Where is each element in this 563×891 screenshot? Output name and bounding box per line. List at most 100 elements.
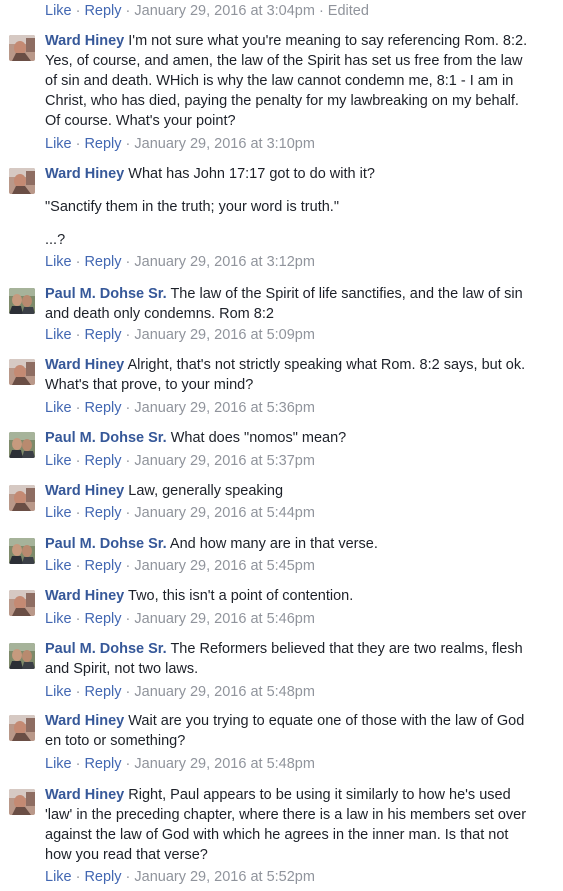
- comment-paragraph: Ward Hiney Law, generally speaking: [45, 481, 533, 501]
- comment-text: ...?: [45, 232, 66, 248]
- timestamp-link[interactable]: January 29, 2016 at 5:37pm: [134, 453, 315, 469]
- like-link[interactable]: Like: [45, 505, 72, 521]
- separator: ·: [75, 254, 81, 270]
- like-link[interactable]: Like: [45, 684, 72, 700]
- separator: ·: [125, 869, 131, 885]
- separator: ·: [125, 684, 131, 700]
- comment-author-link[interactable]: Paul M. Dohse Sr.: [45, 286, 167, 302]
- separator: ·: [75, 558, 81, 574]
- comment-paragraph: Ward Hiney Alright, that's not strictly …: [45, 355, 533, 395]
- timestamp-link[interactable]: January 29, 2016 at 5:48pm: [134, 756, 315, 772]
- reply-link[interactable]: Reply: [84, 756, 121, 772]
- timestamp-link[interactable]: January 29, 2016 at 5:48pm: [134, 684, 315, 700]
- comment-paragraph: Ward Hiney Wait are you trying to equate…: [45, 711, 533, 751]
- reply-link[interactable]: Reply: [84, 327, 121, 343]
- comment-paragraph: Paul M. Dohse Sr. The law of the Spirit …: [45, 284, 533, 324]
- comment-text: "Sanctify them in the truth; your word i…: [45, 199, 339, 215]
- reply-link[interactable]: Reply: [84, 869, 121, 885]
- comment-author-link[interactable]: Ward Hiney: [45, 713, 124, 729]
- like-link[interactable]: Like: [45, 327, 72, 343]
- like-link[interactable]: Like: [45, 254, 72, 270]
- comment-paragraph: "Sanctify them in the truth; your word i…: [45, 197, 533, 217]
- timestamp-link[interactable]: January 29, 2016 at 3:10pm: [134, 136, 315, 152]
- avatar[interactable]: [9, 288, 35, 314]
- avatar[interactable]: [9, 789, 35, 815]
- avatar[interactable]: [9, 538, 35, 564]
- separator: ·: [75, 869, 81, 885]
- avatar[interactable]: [9, 485, 35, 511]
- comment-author-link[interactable]: Ward Hiney: [45, 483, 124, 499]
- comment-text: Two, this isn't a point of contention.: [128, 588, 354, 604]
- comment-paragraph: ...?: [45, 230, 533, 250]
- like-link[interactable]: Like: [45, 3, 72, 19]
- comment-actions: Like · Reply · January 29, 2016 at 5:37pm: [45, 451, 315, 471]
- comment-paragraph: Paul M. Dohse Sr. What does "nomos" mean…: [45, 428, 533, 448]
- comment-text: What has John 17:17 got to do with it?: [128, 166, 375, 182]
- comment-actions: Like · Reply · January 29, 2016 at 5:36pm: [45, 398, 315, 418]
- comment-actions: Like · Reply · January 29, 2016 at 3:10pm: [45, 134, 315, 154]
- separator: ·: [75, 400, 81, 416]
- comment-actions: Like · Reply · January 29, 2016 at 5:44pm: [45, 503, 315, 523]
- reply-link[interactable]: Reply: [84, 400, 121, 416]
- timestamp-link[interactable]: January 29, 2016 at 5:45pm: [134, 558, 315, 574]
- timestamp-link[interactable]: January 29, 2016 at 3:12pm: [134, 254, 315, 270]
- separator: ·: [125, 3, 131, 19]
- reply-link[interactable]: Reply: [84, 505, 121, 521]
- like-link[interactable]: Like: [45, 611, 72, 627]
- separator: ·: [75, 3, 81, 19]
- reply-link[interactable]: Reply: [84, 254, 121, 270]
- comment-body: Paul M. Dohse Sr. The Reformers believed…: [45, 639, 533, 679]
- reply-link[interactable]: Reply: [84, 558, 121, 574]
- comment-author-link[interactable]: Ward Hiney: [45, 357, 124, 373]
- comment-author-link[interactable]: Ward Hiney: [45, 166, 124, 182]
- avatar[interactable]: [9, 643, 35, 669]
- timestamp-link[interactable]: January 29, 2016 at 5:46pm: [134, 611, 315, 627]
- timestamp-link[interactable]: January 29, 2016 at 5:09pm: [134, 327, 315, 343]
- reply-link[interactable]: Reply: [84, 453, 121, 469]
- comment-author-link[interactable]: Ward Hiney: [45, 588, 124, 604]
- comment-paragraph: Ward Hiney What has John 17:17 got to do…: [45, 164, 533, 184]
- like-link[interactable]: Like: [45, 558, 72, 574]
- timestamp-link[interactable]: January 29, 2016 at 3:04pm: [134, 3, 315, 19]
- separator: ·: [125, 400, 131, 416]
- timestamp-link[interactable]: January 29, 2016 at 5:36pm: [134, 400, 315, 416]
- reply-link[interactable]: Reply: [84, 611, 121, 627]
- avatar[interactable]: [9, 590, 35, 616]
- avatar[interactable]: [9, 359, 35, 385]
- comment-body: Ward Hiney I'm not sure what you're mean…: [45, 31, 533, 131]
- comment-author-link[interactable]: Paul M. Dohse Sr.: [45, 536, 167, 552]
- like-link[interactable]: Like: [45, 136, 72, 152]
- comment-body: Ward Hiney Law, generally speaking: [45, 481, 533, 501]
- comment-author-link[interactable]: Ward Hiney: [45, 787, 124, 803]
- like-link[interactable]: Like: [45, 869, 72, 885]
- separator: ·: [125, 254, 131, 270]
- comment-author-link[interactable]: Paul M. Dohse Sr.: [45, 430, 167, 446]
- like-link[interactable]: Like: [45, 756, 72, 772]
- comment-actions: Like · Reply · January 29, 2016 at 5:45pm: [45, 556, 315, 576]
- avatar[interactable]: [9, 168, 35, 194]
- avatar[interactable]: [9, 715, 35, 741]
- comment-paragraph: Ward Hiney Right, Paul appears to be usi…: [45, 785, 533, 865]
- timestamp-link[interactable]: January 29, 2016 at 5:52pm: [134, 869, 315, 885]
- comment-author-link[interactable]: Ward Hiney: [45, 33, 124, 49]
- avatar[interactable]: [9, 35, 35, 61]
- separator: ·: [75, 505, 81, 521]
- separator: ·: [125, 505, 131, 521]
- comment-actions: Like · Reply · January 29, 2016 at 5:09pm: [45, 325, 315, 345]
- comment-actions: Like · Reply · January 29, 2016 at 5:48pm: [45, 682, 315, 702]
- separator: ·: [75, 684, 81, 700]
- edited-label[interactable]: Edited: [328, 3, 369, 19]
- comment-actions: Like · Reply · January 29, 2016 at 5:52pm: [45, 867, 315, 887]
- like-link[interactable]: Like: [45, 400, 72, 416]
- timestamp-link[interactable]: January 29, 2016 at 5:44pm: [134, 505, 315, 521]
- comment-body: Ward Hiney Wait are you trying to equate…: [45, 711, 533, 751]
- reply-link[interactable]: Reply: [84, 684, 121, 700]
- comment-author-link[interactable]: Paul M. Dohse Sr.: [45, 641, 167, 657]
- like-link[interactable]: Like: [45, 453, 72, 469]
- separator: ·: [75, 611, 81, 627]
- separator: ·: [75, 327, 81, 343]
- avatar[interactable]: [9, 432, 35, 458]
- reply-link[interactable]: Reply: [84, 136, 121, 152]
- comment-actions: Like · Reply · January 29, 2016 at 3:12pm: [45, 252, 315, 272]
- reply-link[interactable]: Reply: [84, 3, 121, 19]
